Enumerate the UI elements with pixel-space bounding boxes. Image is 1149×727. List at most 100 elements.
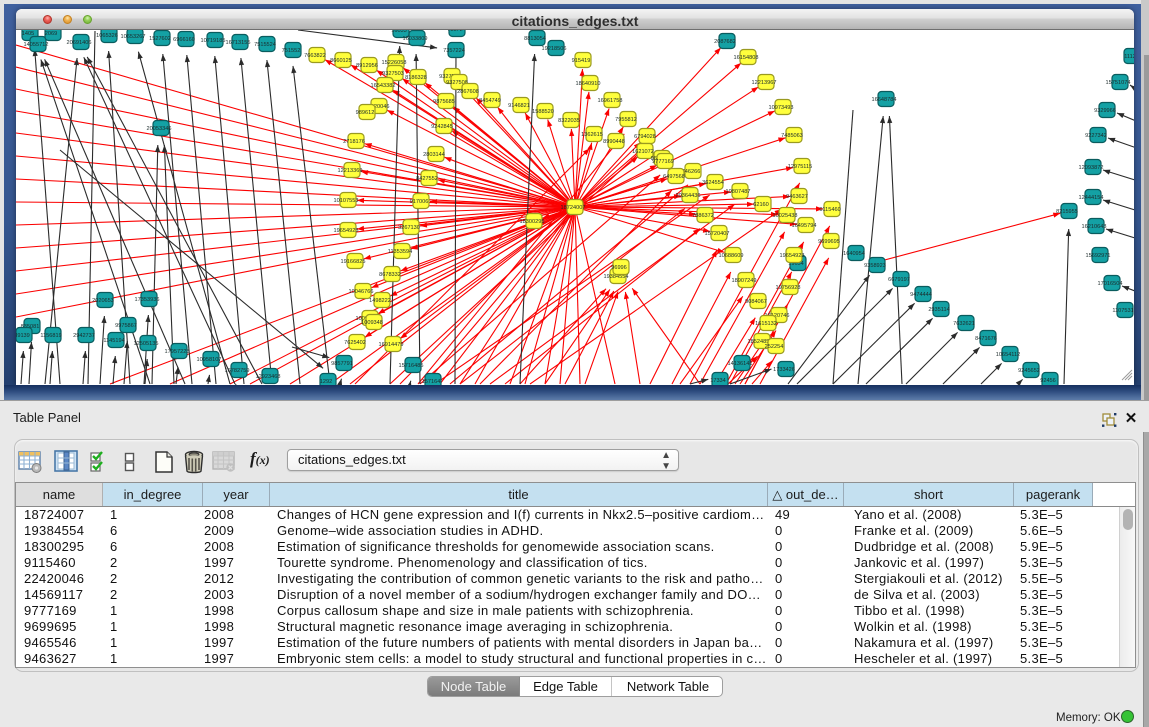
svg-text:915419: 915419 — [572, 58, 591, 64]
svg-text:2020653: 2020653 — [92, 298, 114, 304]
svg-text:7357224: 7357224 — [443, 48, 465, 54]
svg-text:19166825: 19166825 — [341, 259, 366, 265]
svg-text:18907249: 18907249 — [732, 278, 757, 284]
svg-text:14055712: 14055712 — [24, 42, 49, 48]
svg-text:12975115: 12975115 — [788, 164, 812, 170]
svg-text:8813054: 8813054 — [524, 36, 546, 42]
svg-text:10958107: 10958107 — [197, 357, 222, 363]
svg-text:16033809: 16033809 — [403, 36, 428, 42]
svg-text:8186328: 8186328 — [405, 75, 427, 81]
svg-text:8215955: 8215955 — [1056, 209, 1078, 215]
svg-text:9245652: 9245652 — [1018, 368, 1040, 374]
svg-text:12213967: 12213967 — [752, 80, 777, 86]
svg-text:9463627: 9463627 — [786, 194, 808, 200]
svg-text:3624554: 3624554 — [702, 180, 724, 186]
svg-text:9975867: 9975867 — [115, 323, 137, 329]
svg-text:2803144: 2803144 — [423, 152, 445, 158]
svg-text:9474444: 9474444 — [910, 292, 932, 298]
svg-text:20691406: 20691406 — [67, 40, 92, 46]
svg-text:751552: 751552 — [282, 48, 301, 54]
svg-text:10973493: 10973493 — [769, 105, 794, 111]
svg-text:7663822: 7663822 — [304, 53, 326, 59]
svg-text:11353594: 11353594 — [388, 249, 412, 255]
svg-text:16713155: 16713155 — [226, 40, 251, 46]
svg-text:3267130: 3267130 — [398, 225, 420, 231]
svg-text:10046766: 10046766 — [349, 289, 374, 295]
svg-text:19756928: 19756928 — [776, 285, 801, 291]
svg-text:15692971: 15692971 — [1086, 253, 1111, 259]
svg-text:9242845: 9242845 — [431, 124, 453, 130]
svg-text:8912956: 8912956 — [356, 63, 378, 69]
svg-text:9699695: 9699695 — [818, 239, 840, 245]
svg-text:18300295: 18300295 — [520, 219, 545, 225]
svg-text:1733426: 1733426 — [773, 367, 795, 373]
svg-text:10107553: 10107553 — [334, 198, 359, 204]
svg-text:1615132: 1615132 — [755, 321, 777, 327]
svg-text:1065326: 1065326 — [96, 33, 118, 39]
svg-text:7485063: 7485063 — [781, 133, 803, 139]
svg-text:12505135: 12505135 — [134, 341, 159, 347]
svg-text:1156819: 1156819 — [40, 333, 61, 339]
svg-text:20364436: 20364436 — [676, 193, 701, 199]
svg-text:2718176: 2718176 — [343, 139, 365, 145]
svg-text:1621072: 1621072 — [632, 149, 654, 155]
svg-text:1009348: 1009348 — [361, 320, 383, 326]
svg-text:20053346: 20053346 — [147, 126, 172, 132]
svg-text:9875685: 9875685 — [433, 99, 455, 105]
svg-text:6794028: 6794028 — [634, 134, 656, 140]
svg-text:10807487: 10807487 — [726, 189, 751, 195]
svg-text:8427552: 8427552 — [416, 176, 438, 182]
svg-text:12213369: 12213369 — [338, 168, 363, 174]
svg-text:8660125: 8660125 — [330, 58, 352, 64]
svg-text:12093872: 12093872 — [1079, 165, 1104, 171]
svg-text:62160: 62160 — [753, 202, 769, 208]
svg-text:9084067: 9084067 — [745, 299, 767, 305]
svg-text:96996: 96996 — [611, 265, 627, 271]
svg-text:1527602: 1527602 — [149, 36, 171, 42]
svg-text:16782759: 16782759 — [225, 368, 250, 374]
svg-text:19218506: 19218506 — [542, 46, 567, 52]
svg-text:73572: 73572 — [447, 30, 463, 33]
svg-text:18724007: 18724007 — [561, 205, 586, 211]
svg-text:16495794: 16495794 — [792, 223, 817, 229]
svg-text:989612: 989612 — [356, 110, 375, 116]
svg-text:15716485: 15716485 — [399, 363, 424, 369]
svg-text:16961758: 16961758 — [598, 98, 623, 104]
svg-text:7955812: 7955812 — [615, 117, 637, 123]
svg-text:9329966: 9329966 — [1094, 108, 1116, 114]
svg-text:1498222: 1498222 — [369, 298, 391, 304]
svg-text:9115460: 9115460 — [819, 207, 840, 213]
svg-text:92456: 92456 — [1040, 378, 1056, 384]
svg-text:16154808: 16154808 — [734, 55, 759, 61]
svg-text:15720407: 15720407 — [705, 231, 730, 237]
svg-text:16210643: 16210643 — [1082, 224, 1107, 230]
svg-text:8678332: 8678332 — [379, 272, 401, 278]
svg-text:9777169: 9777169 — [652, 159, 674, 165]
svg-text:917006: 917006 — [410, 199, 429, 205]
svg-text:8471676: 8471676 — [975, 336, 997, 342]
svg-text:17353936: 17353936 — [135, 297, 160, 303]
svg-text:8990448: 8990448 — [603, 139, 625, 145]
svg-text:9857791: 9857791 — [331, 361, 353, 367]
svg-text:1112: 1112 — [1124, 54, 1134, 60]
svg-text:2867608: 2867608 — [457, 89, 479, 95]
svg-text:17016504: 17016504 — [1098, 281, 1123, 287]
svg-text:8454749: 8454749 — [479, 98, 501, 104]
svg-text:7886372: 7886372 — [692, 213, 714, 219]
svg-text:2942737: 2942737 — [73, 333, 95, 339]
svg-text:16033: 16033 — [391, 30, 407, 34]
svg-text:19654925: 19654925 — [334, 228, 359, 234]
svg-text:14136141: 14136141 — [728, 361, 753, 367]
svg-text:10688609: 10688609 — [719, 253, 744, 259]
svg-text:2935114: 2935114 — [928, 307, 949, 313]
svg-text:1362615: 1362615 — [581, 132, 603, 138]
svg-text:6966160: 6966160 — [173, 37, 195, 43]
svg-text:9358923: 9358923 — [864, 263, 886, 269]
svg-text:9146821: 9146821 — [508, 103, 530, 109]
svg-text:39139: 39139 — [16, 333, 30, 339]
svg-text:2087682: 2087682 — [714, 39, 736, 45]
svg-text:6679197: 6679197 — [888, 277, 910, 283]
svg-text:1640954: 1640954 — [843, 251, 865, 257]
svg-text:10025438: 10025438 — [773, 213, 798, 219]
svg-text:2069: 2069 — [45, 31, 57, 37]
